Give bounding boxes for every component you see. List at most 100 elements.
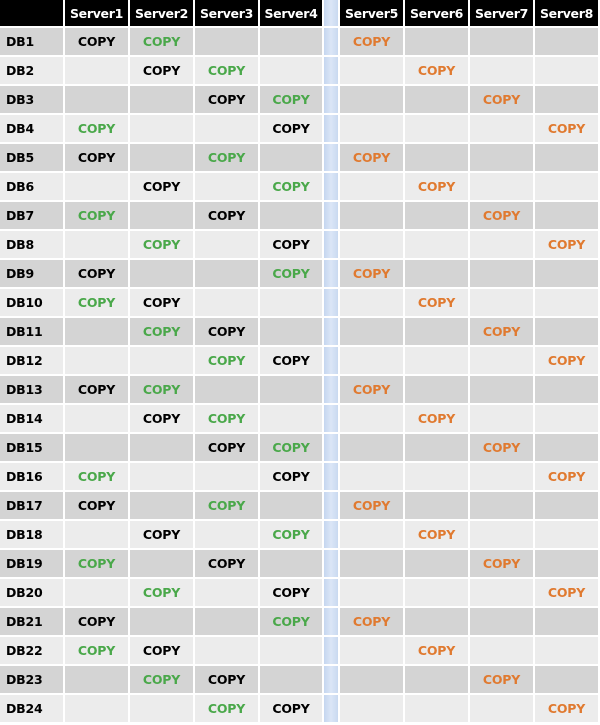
row-label: DB7 [0,202,65,231]
empty-cell [340,637,405,666]
empty-cell [195,28,260,57]
empty-cell [340,666,405,695]
empty-cell [130,202,195,231]
empty-cell [65,579,130,608]
empty-cell [470,28,535,57]
empty-cell [195,173,260,202]
row-label: DB2 [0,57,65,86]
active-copy-cell: COPY [130,405,195,434]
site-separator [324,434,340,463]
empty-cell [65,347,130,376]
table-row: DB2 COPY COPY COPY [0,57,600,86]
passive-copy-cell: COPY [260,86,324,115]
table-row: DB20 COPY COPY COPY [0,579,600,608]
site-separator [324,0,340,28]
empty-cell [260,405,324,434]
row-label: DB12 [0,347,65,376]
column-header-server1: Server1 [65,0,130,28]
passive-copy-cell: COPY [65,463,130,492]
empty-cell [470,463,535,492]
passive-copy-cell: COPY [195,695,260,724]
passive-copy-cell: COPY [260,434,324,463]
empty-cell [535,637,600,666]
empty-cell [260,318,324,347]
site-separator [324,144,340,173]
empty-cell [130,86,195,115]
row-label: DB1 [0,28,65,57]
row-label: DB6 [0,173,65,202]
row-label: DB17 [0,492,65,521]
active-copy-cell: COPY [195,434,260,463]
remote-copy-cell: COPY [405,521,470,550]
row-label: DB18 [0,521,65,550]
active-copy-cell: COPY [65,144,130,173]
empty-cell [470,608,535,637]
empty-cell [340,434,405,463]
empty-cell [405,579,470,608]
site-separator [324,57,340,86]
table-row: DB18 COPY COPY COPY [0,521,600,550]
passive-copy-cell: COPY [65,289,130,318]
table-row: DB23 COPY COPY COPY [0,666,600,695]
remote-copy-cell: COPY [340,608,405,637]
active-copy-cell: COPY [65,260,130,289]
table-row: DB6 COPY COPY COPY [0,173,600,202]
empty-cell [260,202,324,231]
table-row: DB15 COPY COPY COPY [0,434,600,463]
remote-copy-cell: COPY [470,86,535,115]
empty-cell [65,521,130,550]
row-label: DB4 [0,115,65,144]
passive-copy-cell: COPY [195,405,260,434]
empty-cell [470,492,535,521]
empty-cell [535,289,600,318]
remote-copy-cell: COPY [340,492,405,521]
empty-cell [340,347,405,376]
active-copy-cell: COPY [65,492,130,521]
empty-cell [470,637,535,666]
empty-cell [405,318,470,347]
empty-cell [130,144,195,173]
empty-cell [130,492,195,521]
empty-cell [535,376,600,405]
active-copy-cell: COPY [130,57,195,86]
empty-cell [340,115,405,144]
empty-cell [535,434,600,463]
table-row: DB1 COPY COPY COPY [0,28,600,57]
passive-copy-cell: COPY [130,231,195,260]
empty-cell [65,173,130,202]
empty-cell [130,115,195,144]
empty-cell [470,115,535,144]
table-row: DB21 COPY COPY COPY [0,608,600,637]
empty-cell [65,666,130,695]
empty-cell [405,695,470,724]
site-separator [324,347,340,376]
column-header-server4: Server4 [260,0,324,28]
empty-cell [405,260,470,289]
passive-copy-cell: COPY [130,666,195,695]
row-label: DB23 [0,666,65,695]
site-separator [324,695,340,724]
empty-cell [340,695,405,724]
passive-copy-cell: COPY [130,318,195,347]
empty-cell [470,144,535,173]
empty-cell [470,57,535,86]
remote-copy-cell: COPY [405,173,470,202]
empty-cell [340,231,405,260]
site-separator [324,260,340,289]
site-separator [324,28,340,57]
column-header-server6: Server6 [405,0,470,28]
empty-cell [130,608,195,637]
empty-cell [65,695,130,724]
empty-cell [340,550,405,579]
site-separator [324,202,340,231]
empty-cell [340,521,405,550]
table-row: DB5 COPY COPY COPY [0,144,600,173]
empty-cell [470,579,535,608]
empty-cell [405,28,470,57]
row-label: DB11 [0,318,65,347]
table-row: DB3 COPY COPY COPY [0,86,600,115]
empty-cell [130,260,195,289]
active-copy-cell: COPY [260,115,324,144]
passive-copy-cell: COPY [260,173,324,202]
row-label: DB22 [0,637,65,666]
